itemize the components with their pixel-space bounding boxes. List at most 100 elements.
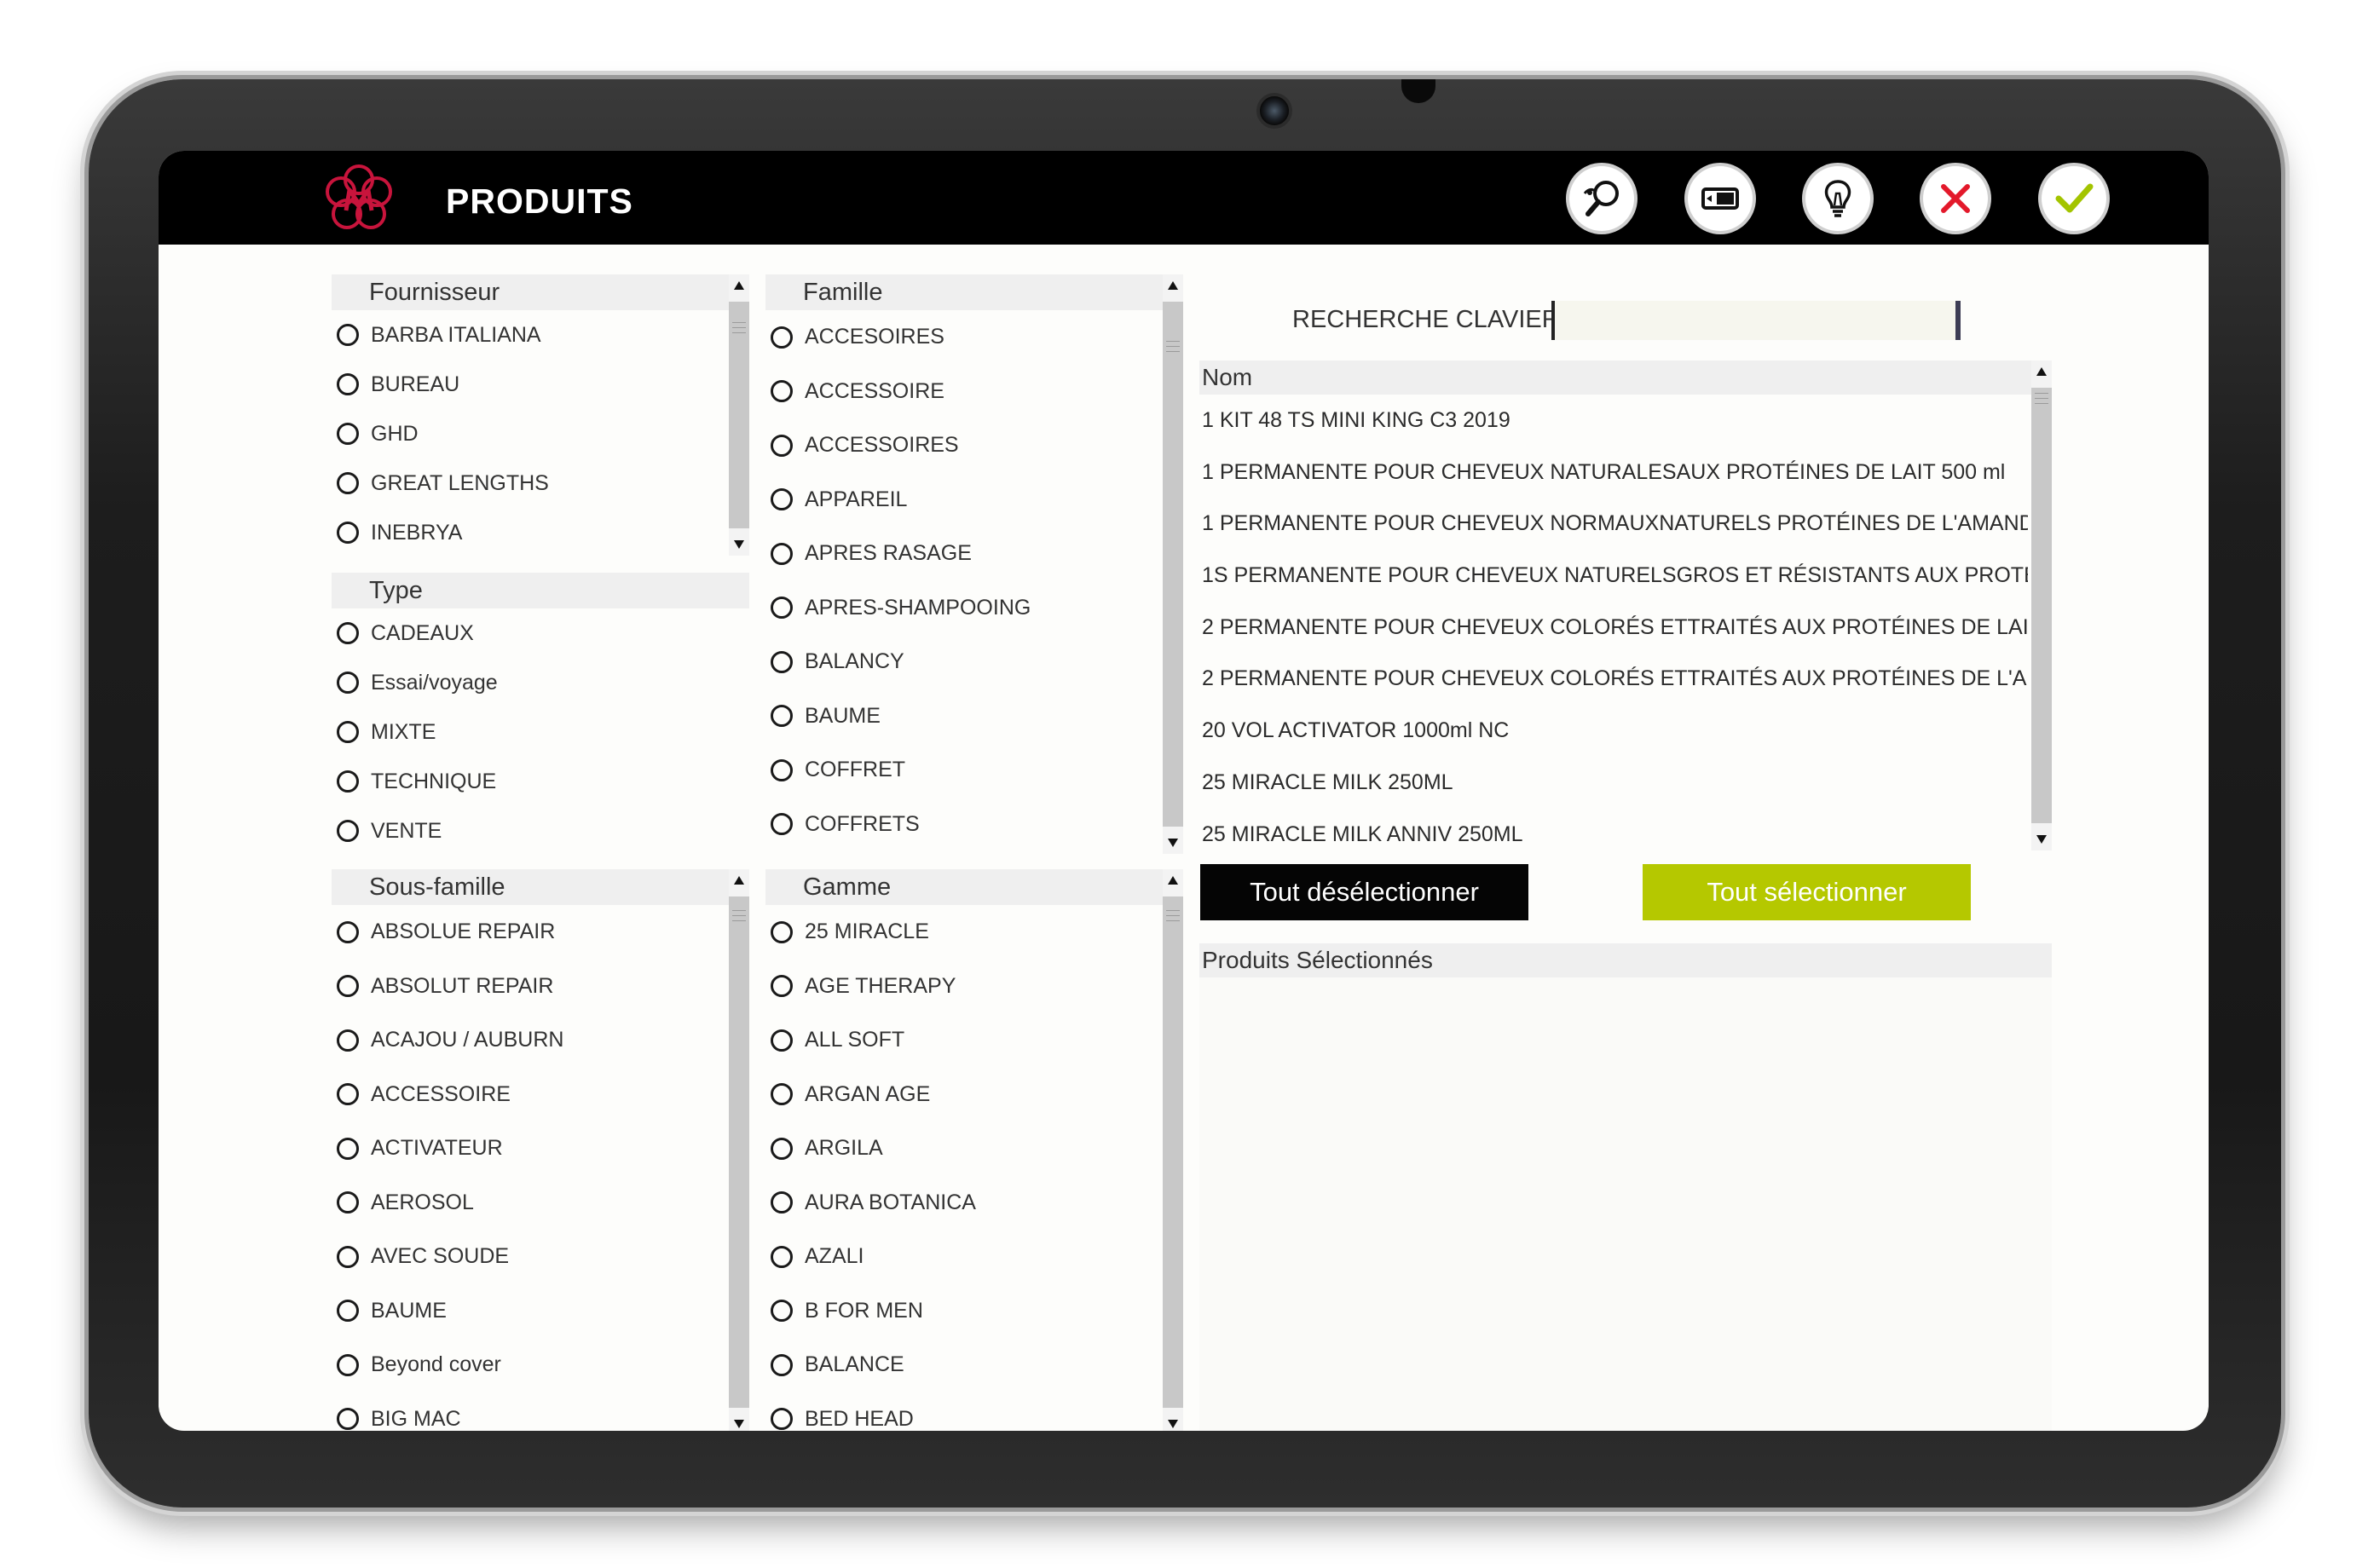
radio-icon[interactable]: [337, 472, 359, 494]
radio-icon[interactable]: [771, 650, 793, 673]
radio-icon[interactable]: [771, 1245, 793, 1268]
keyboard-button[interactable]: [1688, 166, 1753, 231]
search-input[interactable]: [1551, 301, 1961, 340]
list-item[interactable]: AEROSOL: [332, 1176, 729, 1231]
radio-icon[interactable]: [771, 1191, 793, 1214]
radio-icon[interactable]: [337, 373, 359, 395]
list-item[interactable]: GHD: [332, 409, 729, 458]
idea-button[interactable]: [1805, 166, 1870, 231]
list-item[interactable]: ACCESSOIRE: [332, 1068, 729, 1122]
radio-icon[interactable]: [337, 975, 359, 998]
radio-icon[interactable]: [771, 326, 793, 349]
radio-icon[interactable]: [771, 1408, 793, 1431]
radio-icon[interactable]: [771, 975, 793, 998]
list-item[interactable]: ACCESOIRES: [765, 310, 1163, 365]
list-item[interactable]: VENTE: [332, 806, 749, 856]
table-row[interactable]: 2 PERMANENTE POUR CHEVEUX COLORÉS ETTRAI…: [1199, 602, 2028, 654]
radio-icon[interactable]: [771, 920, 793, 943]
scroll-down-icon[interactable]: [2036, 835, 2047, 844]
radio-icon[interactable]: [771, 705, 793, 728]
list-item[interactable]: INEBRYA: [332, 508, 729, 557]
list-item[interactable]: MIXTE: [332, 707, 749, 757]
scroll-down-icon[interactable]: [734, 540, 744, 549]
list-item[interactable]: ARGILA: [765, 1121, 1163, 1176]
radio-icon[interactable]: [771, 1029, 793, 1052]
radio-icon[interactable]: [337, 721, 359, 743]
scroll-up-icon[interactable]: [1168, 281, 1178, 290]
confirm-button[interactable]: [2042, 166, 2106, 231]
table-row[interactable]: 1 KIT 48 TS MINI KING C3 2019: [1199, 395, 2028, 447]
radio-icon[interactable]: [771, 380, 793, 403]
list-item[interactable]: APRES RASAGE: [765, 527, 1163, 581]
deselect-all-button[interactable]: Tout désélectionner: [1200, 864, 1528, 920]
list-item[interactable]: AVEC SOUDE: [332, 1230, 729, 1284]
radio-icon[interactable]: [337, 920, 359, 943]
table-row[interactable]: 2 PERMANENTE POUR CHEVEUX COLORÉS ETTRAI…: [1199, 653, 2028, 705]
scroll-up-icon[interactable]: [734, 281, 744, 290]
radio-icon[interactable]: [771, 488, 793, 511]
radio-icon[interactable]: [771, 1300, 793, 1323]
search-button[interactable]: [1569, 166, 1634, 231]
scroll-thumb[interactable]: [2031, 388, 2052, 823]
scroll-up-icon[interactable]: [2036, 367, 2047, 376]
list-item[interactable]: APPAREIL: [765, 473, 1163, 527]
list-item[interactable]: ABSOLUT REPAIR: [332, 960, 729, 1014]
radio-icon[interactable]: [771, 597, 793, 620]
list-item[interactable]: CADEAUX: [332, 608, 749, 658]
radio-icon[interactable]: [337, 1137, 359, 1160]
list-item[interactable]: BAUME: [332, 1284, 729, 1339]
scroll-thumb[interactable]: [1163, 302, 1183, 827]
table-row[interactable]: 1 PERMANENTE POUR CHEVEUX NORMAUXNATUREL…: [1199, 498, 2028, 550]
radio-icon[interactable]: [771, 434, 793, 457]
radio-icon[interactable]: [337, 1245, 359, 1268]
list-item[interactable]: BALANCE: [765, 1338, 1163, 1392]
fournisseur-scrollbar[interactable]: [729, 274, 749, 556]
scroll-down-icon[interactable]: [734, 1420, 744, 1428]
list-item[interactable]: B FOR MEN: [765, 1284, 1163, 1339]
famille-scrollbar[interactable]: [1163, 274, 1183, 854]
list-item[interactable]: ACAJOU / AUBURN: [332, 1013, 729, 1068]
table-row[interactable]: 20 VOL ACTIVATOR 1000ml NC: [1199, 705, 2028, 757]
list-item[interactable]: COFFRET: [765, 743, 1163, 798]
radio-icon[interactable]: [337, 1083, 359, 1106]
radio-icon[interactable]: [337, 1408, 359, 1431]
list-item[interactable]: ALL SOFT: [765, 1013, 1163, 1068]
table-row[interactable]: 25 MIRACLE MILK 250ML: [1199, 757, 2028, 809]
scroll-up-icon[interactable]: [1168, 876, 1178, 885]
products-scrollbar[interactable]: [2031, 360, 2052, 850]
list-item[interactable]: AGE THERAPY: [765, 960, 1163, 1014]
select-all-button[interactable]: Tout sélectionner: [1643, 864, 1971, 920]
list-item[interactable]: APRES-SHAMPOOING: [765, 581, 1163, 636]
radio-icon[interactable]: [337, 522, 359, 544]
list-item[interactable]: Essai/voyage: [332, 658, 749, 707]
radio-icon[interactable]: [337, 770, 359, 793]
list-item[interactable]: BED HEAD: [765, 1392, 1163, 1432]
list-item[interactable]: ABSOLUE REPAIR: [332, 905, 729, 960]
radio-icon[interactable]: [337, 324, 359, 346]
scroll-thumb[interactable]: [1163, 896, 1183, 1408]
list-item[interactable]: COFFRETS: [765, 798, 1163, 852]
list-item[interactable]: AZALI: [765, 1230, 1163, 1284]
radio-icon[interactable]: [337, 820, 359, 842]
list-item[interactable]: Beyond cover: [332, 1338, 729, 1392]
radio-icon[interactable]: [337, 672, 359, 694]
scroll-thumb[interactable]: [729, 896, 749, 1408]
radio-icon[interactable]: [337, 1300, 359, 1323]
radio-icon[interactable]: [337, 423, 359, 445]
radio-icon[interactable]: [771, 1137, 793, 1160]
cancel-button[interactable]: [1923, 166, 1988, 231]
list-item[interactable]: ACCESSOIRE: [765, 365, 1163, 419]
list-item[interactable]: BAUME: [765, 689, 1163, 744]
scroll-up-icon[interactable]: [734, 876, 744, 885]
list-item[interactable]: ACCESSOIRES: [765, 418, 1163, 473]
radio-icon[interactable]: [337, 1353, 359, 1376]
radio-icon[interactable]: [771, 1083, 793, 1106]
list-item[interactable]: GREAT LENGTHS: [332, 458, 729, 508]
list-item[interactable]: AURA BOTANICA: [765, 1176, 1163, 1231]
list-item[interactable]: BUREAU: [332, 360, 729, 409]
gamme-scrollbar[interactable]: [1163, 869, 1183, 1431]
radio-icon[interactable]: [337, 622, 359, 644]
list-item[interactable]: BIG MAC: [332, 1392, 729, 1432]
radio-icon[interactable]: [771, 813, 793, 836]
scroll-down-icon[interactable]: [1168, 839, 1178, 847]
